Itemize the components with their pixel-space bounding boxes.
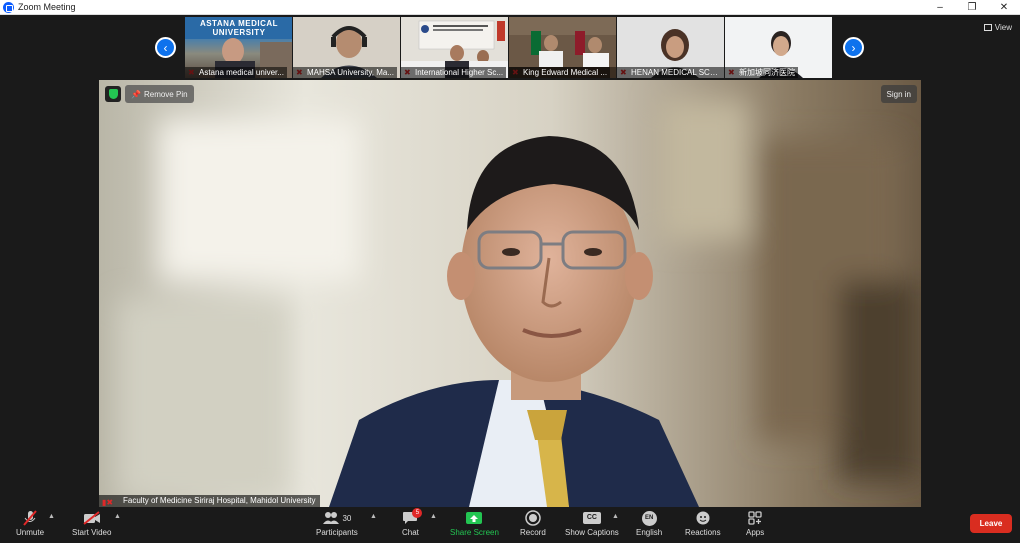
chevron-left-icon: ‹ bbox=[163, 40, 168, 55]
participant-name: Astana medical univer... bbox=[185, 67, 287, 78]
participant-name: MAHSA University, Ma... bbox=[293, 67, 397, 78]
apps-label: Apps bbox=[746, 528, 765, 537]
close-button[interactable]: ✕ bbox=[988, 0, 1020, 15]
chat-icon: 5 bbox=[402, 508, 423, 526]
meeting-toolbar: Unmute ▲ Start Video ▲ 30 Participants ▲… bbox=[0, 507, 1020, 543]
captions-icon: CC bbox=[582, 510, 601, 526]
chat-unread-badge: 5 bbox=[412, 508, 423, 518]
mic-muted-icon bbox=[23, 510, 37, 526]
gallery-strip: ASTANA MEDICAL UNIVERSITY ✖ Astana medic… bbox=[185, 17, 832, 78]
participant-tile[interactable]: ✖ HENAN MEDICAL SCH... bbox=[617, 17, 724, 78]
share-screen-label: Share Screen bbox=[450, 528, 499, 537]
gallery-next-button[interactable]: › bbox=[843, 37, 864, 58]
record-label: Record bbox=[520, 528, 546, 537]
apps-icon bbox=[748, 510, 762, 526]
participants-icon-wrap: 30 bbox=[322, 510, 351, 526]
participant-name: International Higher Sc... bbox=[401, 67, 507, 78]
meeting-stage: View ‹ › ASTANA MEDICAL UNIVERSITY ✖ Ast… bbox=[0, 15, 1020, 507]
chat-options-caret[interactable]: ▲ bbox=[430, 513, 437, 520]
audio-options-caret[interactable]: ▲ bbox=[48, 513, 55, 520]
gallery-prev-button[interactable]: ‹ bbox=[155, 37, 176, 58]
reactions-button[interactable]: Reactions bbox=[685, 510, 721, 537]
participants-count: 30 bbox=[342, 513, 352, 523]
grid-icon bbox=[983, 24, 992, 31]
chat-label: Chat bbox=[402, 528, 419, 537]
unmute-button[interactable]: Unmute bbox=[16, 510, 44, 537]
tile-logo-text: ASTANA MEDICAL UNIVERSITY bbox=[199, 19, 279, 37]
record-icon bbox=[525, 510, 541, 526]
unmute-label: Unmute bbox=[16, 528, 45, 537]
reactions-label: Reactions bbox=[685, 528, 721, 537]
remove-pin-label: Remove Pin bbox=[143, 89, 188, 99]
speaker-name-label: ▮✖ Faculty of Medicine Siriraj Hospital,… bbox=[99, 495, 320, 507]
share-screen-icon bbox=[465, 510, 483, 526]
chat-button[interactable]: 5 Chat bbox=[402, 508, 423, 537]
view-button-label: View bbox=[994, 23, 1012, 32]
participants-options-caret[interactable]: ▲ bbox=[370, 513, 377, 520]
captions-options-caret[interactable]: ▲ bbox=[612, 513, 619, 520]
participant-tile[interactable]: ASTANA MEDICAL UNIVERSITY ✖ Astana medic… bbox=[185, 17, 292, 78]
language-icon: EN bbox=[641, 510, 657, 526]
speaker-name: Faculty of Medicine Siriraj Hospital, Ma… bbox=[123, 496, 316, 505]
participant-tile[interactable]: ✖ 新加坡同济医院 bbox=[725, 17, 832, 78]
start-video-button[interactable]: Start Video bbox=[72, 510, 111, 537]
start-video-label: Start Video bbox=[72, 528, 112, 537]
remove-pin-button[interactable]: 📌 Remove Pin bbox=[125, 85, 194, 103]
restore-button[interactable]: ❐ bbox=[956, 0, 988, 15]
record-button[interactable]: Record bbox=[520, 510, 546, 537]
pin-icon: 📌 bbox=[131, 89, 141, 99]
show-captions-button[interactable]: CC Show Captions bbox=[565, 510, 619, 537]
zoom-app-icon bbox=[3, 1, 14, 13]
language-button[interactable]: EN English bbox=[636, 510, 662, 537]
minimize-button[interactable]: – bbox=[924, 0, 956, 15]
share-screen-button[interactable]: Share Screen bbox=[450, 510, 499, 537]
apps-button[interactable]: Apps bbox=[746, 510, 764, 537]
window-title: Zoom Meeting bbox=[18, 2, 76, 12]
window-titlebar: Zoom Meeting – ❐ ✕ bbox=[0, 0, 1020, 15]
participants-button[interactable]: 30 Participants bbox=[316, 510, 358, 537]
cc-icon-text: CC bbox=[582, 512, 601, 524]
english-label: English bbox=[636, 528, 663, 537]
participant-tile[interactable]: ✖ King Edward Medical ... bbox=[509, 17, 616, 78]
participant-tile[interactable]: ✖ International Higher Sc... bbox=[401, 17, 508, 78]
sign-in-button[interactable]: Sign in bbox=[880, 85, 917, 103]
leave-button[interactable]: Leave bbox=[970, 514, 1012, 533]
video-options-caret[interactable]: ▲ bbox=[114, 513, 121, 520]
chevron-right-icon: › bbox=[851, 40, 856, 55]
participant-tile[interactable]: ✖ MAHSA University, Ma... bbox=[293, 17, 400, 78]
signal-muted-icon: ▮✖ bbox=[102, 498, 114, 507]
participant-name: King Edward Medical ... bbox=[509, 67, 611, 78]
participant-name: 新加坡同济医院 bbox=[725, 67, 798, 78]
video-off-icon bbox=[83, 510, 101, 526]
en-icon-text: EN bbox=[641, 510, 657, 526]
active-speaker-video: 📌 Remove Pin Sign in ▮✖ Faculty of Medic… bbox=[99, 80, 921, 507]
view-button[interactable]: View bbox=[983, 23, 1012, 32]
show-captions-label: Show Captions bbox=[565, 528, 619, 537]
participants-label: Participants bbox=[316, 528, 358, 537]
participant-name: HENAN MEDICAL SCH... bbox=[617, 67, 724, 78]
smile-plus-icon bbox=[695, 510, 711, 526]
participants-icon bbox=[323, 512, 340, 524]
security-shield-icon[interactable] bbox=[105, 86, 121, 102]
window-controls: – ❐ ✕ bbox=[924, 0, 1020, 15]
speaker-video-frame bbox=[99, 80, 921, 507]
